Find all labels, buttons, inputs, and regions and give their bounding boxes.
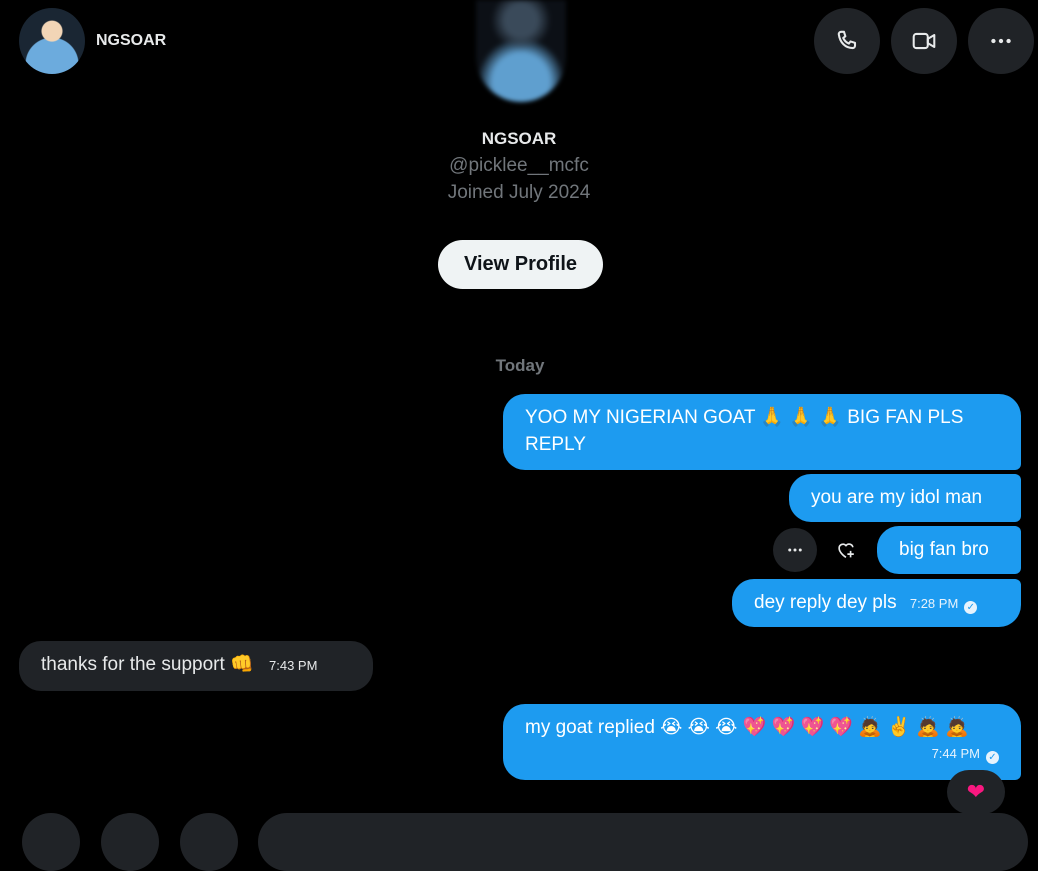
message-text: my goat replied 😭 😭 😭 💖 💖 💖 💖 🙇 ✌️ 🙇 🙇 (525, 717, 969, 738)
message-more-button[interactable] (773, 528, 817, 572)
avatar[interactable] (19, 8, 85, 74)
message-time: 7:43 PM (269, 658, 318, 673)
message-text: YOO MY NIGERIAN GOAT 🙏 🙏 🙏 BIG FAN PLS R… (525, 407, 964, 455)
message-bubble[interactable]: dey reply dey pls 7:28 PM ✓ (732, 579, 1021, 627)
video-camera-icon (912, 32, 936, 50)
message-text: big fan bro (899, 539, 989, 560)
message-text: thanks for the support 👊 (41, 654, 254, 675)
more-horizontal-icon (788, 548, 802, 552)
profile-avatar[interactable] (476, 0, 566, 102)
profile-joined-date: Joined July 2024 (447, 182, 591, 203)
seen-check-icon: ✓ (964, 601, 978, 614)
profile-name: NGSOAR (481, 129, 557, 148)
heart-icon: ❤ (966, 779, 986, 804)
message-time: 7:28 PM (909, 596, 959, 611)
add-reaction-button[interactable] (830, 534, 862, 566)
call-button[interactable] (814, 8, 880, 74)
more-horizontal-icon (991, 38, 1011, 44)
message-reaction[interactable]: ❤ (947, 770, 1005, 814)
message-bubble[interactable]: big fan bro (877, 526, 1021, 574)
message-text: dey reply dey pls (754, 592, 897, 613)
message-bubble[interactable]: you are my idol man (789, 474, 1021, 522)
seen-check-icon: ✓ (986, 751, 999, 764)
conversation-title[interactable]: NGSOAR (96, 32, 166, 50)
view-profile-button[interactable]: View Profile (438, 240, 603, 289)
profile-handle: @picklee__mcfc (449, 155, 589, 176)
video-call-button[interactable] (891, 8, 957, 74)
message-text: you are my idol man (811, 487, 983, 508)
message-bubble[interactable]: YOO MY NIGERIAN GOAT 🙏 🙏 🙏 BIG FAN PLS R… (503, 394, 1021, 470)
message-bubble[interactable]: my goat replied 😭 😭 😭 💖 💖 💖 💖 🙇 ✌️ 🙇 🙇 7… (503, 704, 1021, 780)
heart-plus-icon (838, 543, 854, 559)
message-time: 7:44 PM (931, 746, 980, 761)
day-divider: Today (495, 356, 545, 375)
more-options-button[interactable] (968, 8, 1034, 74)
phone-icon (837, 30, 857, 50)
message-bubble[interactable]: thanks for the support 👊 7:43 PM (19, 641, 373, 691)
